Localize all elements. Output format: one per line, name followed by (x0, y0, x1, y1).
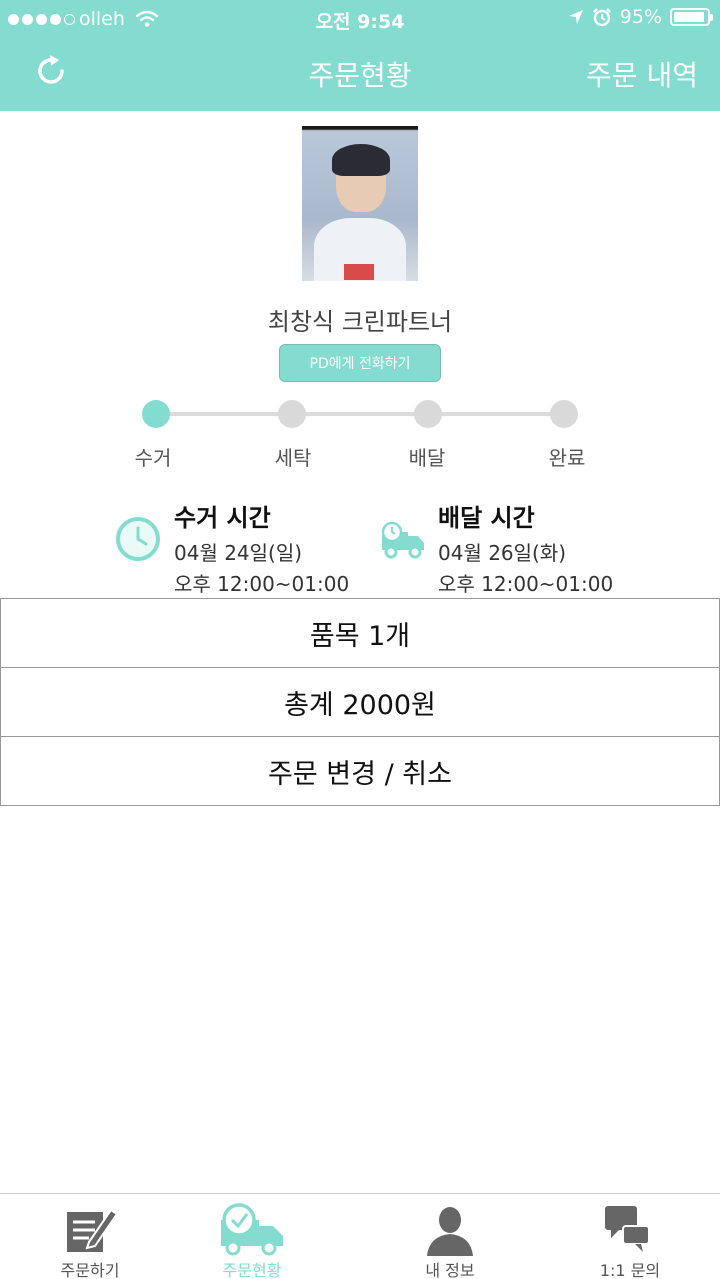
pickup-time-range: 오후 12:00~01:00 (174, 572, 350, 596)
delivery-date: 04월 26일(화) (438, 541, 567, 565)
delivery-status-icon (221, 1203, 283, 1256)
app-header: olleh 오전 9:54 95% 주문현황 주문 내역 (0, 0, 720, 111)
pickup-date: 04월 24일(일) (174, 541, 303, 565)
modify-cancel-order-button[interactable]: 주문 변경 / 취소 (0, 736, 720, 806)
alarm-icon (592, 8, 611, 27)
tab-order[interactable]: 주문하기 (0, 1194, 180, 1279)
tab-order-status[interactable]: 주문현황 (162, 1194, 342, 1279)
status-bar: olleh 오전 9:54 95% (0, 0, 720, 40)
tab-inquiry[interactable]: 1:1 문의 (540, 1194, 720, 1279)
battery-percent: 95% (619, 6, 662, 28)
delivery-time-block: 배달 시간 04월 26일(화) 오후 12:00~01:00 (438, 498, 613, 597)
step-label-wash: 세탁 (274, 446, 312, 470)
user-profile-icon (427, 1207, 473, 1256)
step-dot-delivery (414, 400, 442, 428)
order-form-icon (67, 1208, 119, 1252)
tab-my-info[interactable]: 내 정보 (360, 1194, 540, 1279)
call-pd-button[interactable]: PD에게 전화하기 (279, 344, 441, 382)
bottom-tab-bar: 주문하기 주문현황 내 정보 1:1 문의 (0, 1193, 720, 1279)
step-dot-complete (550, 400, 578, 428)
progress-track (156, 412, 564, 416)
partner-photo (302, 126, 418, 281)
location-arrow-icon (568, 10, 583, 24)
step-dot-pickup (142, 400, 170, 428)
step-label-pickup: 수거 (134, 446, 172, 470)
pickup-time-block: 수거 시간 04월 24일(일) 오후 12:00~01:00 (174, 498, 349, 597)
tab-label-my-info: 내 정보 (425, 1261, 475, 1279)
total-price-row[interactable]: 총계 2000원 (0, 667, 720, 737)
partner-name: 최창식 크린파트너 (267, 308, 453, 336)
order-history-button[interactable]: 주문 내역 (586, 54, 698, 94)
status-right: 95% (568, 6, 713, 28)
tab-label-inquiry: 1:1 문의 (599, 1261, 661, 1279)
step-dot-wash (278, 400, 306, 428)
delivery-time-title: 배달 시간 (438, 504, 535, 532)
chat-bubbles-icon (605, 1206, 650, 1252)
battery-icon (670, 8, 713, 26)
step-label-complete: 완료 (548, 446, 586, 470)
delivery-time-range: 오후 12:00~01:00 (438, 572, 614, 596)
tab-label-order: 주문하기 (60, 1261, 120, 1279)
truck-icon (381, 522, 424, 559)
tab-label-order-status: 주문현황 (222, 1261, 282, 1279)
step-label-delivery: 배달 (408, 446, 446, 470)
pickup-time-title: 수거 시간 (174, 504, 271, 532)
clock-icon (116, 517, 160, 561)
items-count-row[interactable]: 품목 1개 (0, 598, 720, 668)
